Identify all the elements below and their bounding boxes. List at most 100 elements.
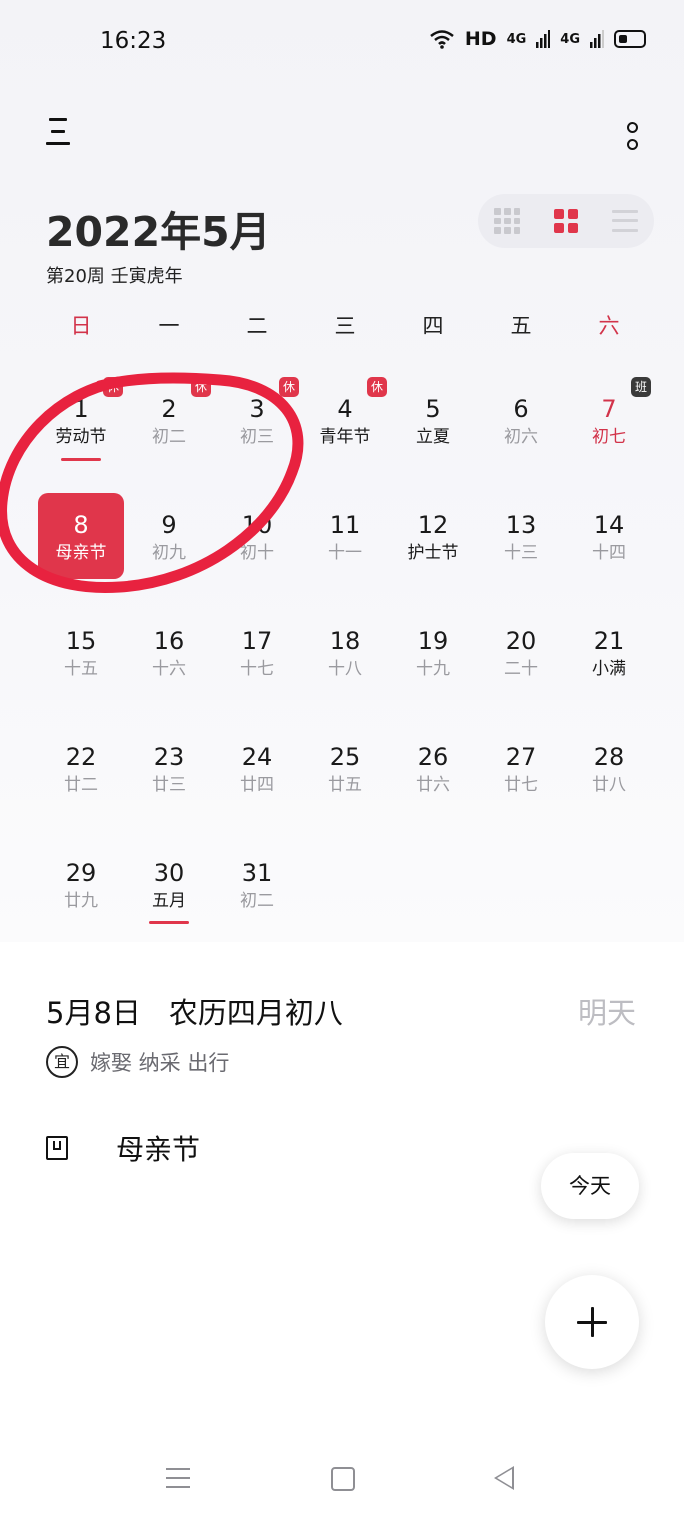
- event-item[interactable]: 母亲节: [46, 1128, 200, 1168]
- day-number: 4: [337, 395, 353, 423]
- day-number: 26: [417, 743, 449, 771]
- day-cell-17[interactable]: 17 十七: [213, 610, 301, 726]
- day-cell-11[interactable]: 11 十一: [301, 494, 389, 610]
- month-view-icon[interactable]: [553, 208, 579, 234]
- day-cell-13[interactable]: 13 十三: [477, 494, 565, 610]
- day-cell-8-selected[interactable]: 8 母亲节: [37, 493, 125, 610]
- day-number: 18: [329, 627, 361, 655]
- day-cell-3[interactable]: 休 3 初三: [213, 377, 301, 494]
- day-festival: 青年节: [319, 427, 371, 447]
- day-lunar: 廿四: [240, 775, 274, 795]
- weekday-fri: 五: [510, 314, 532, 338]
- day-cell-10[interactable]: 10 初十: [213, 494, 301, 610]
- day-number: 22: [65, 743, 97, 771]
- day-number: 23: [153, 743, 185, 771]
- day-cell-25[interactable]: 25 廿五: [301, 726, 389, 842]
- day-lunar: 十九: [416, 659, 450, 679]
- yi-icon: 宜: [46, 1046, 78, 1078]
- day-number: 30: [153, 859, 185, 887]
- day-cell-16[interactable]: 16 十六: [125, 610, 213, 726]
- day-number: 31: [241, 859, 273, 887]
- back-icon[interactable]: [494, 1466, 514, 1490]
- weekday-tue: 二: [246, 314, 268, 338]
- day-cell-24[interactable]: 24 廿四: [213, 726, 301, 842]
- day-cell-9[interactable]: 9 初九: [125, 494, 213, 610]
- day-cell-22[interactable]: 22 廿二: [37, 726, 125, 842]
- day-festival: 护士节: [407, 543, 459, 563]
- day-cell-27[interactable]: 27 廿七: [477, 726, 565, 842]
- day-number: 5: [425, 395, 441, 423]
- list-view-icon[interactable]: [611, 208, 638, 234]
- day-cell-4[interactable]: 休 4 青年节: [301, 377, 389, 494]
- day-cell-30[interactable]: 30 五月: [125, 842, 213, 958]
- day-cell-29[interactable]: 29 廿九: [37, 842, 125, 958]
- wifi-icon: [430, 30, 454, 49]
- holiday-badge: 休: [191, 377, 211, 397]
- add-event-button[interactable]: [545, 1275, 639, 1369]
- workday-badge: 班: [631, 377, 651, 397]
- day-cell-26[interactable]: 26 廿六: [389, 726, 477, 842]
- weekday-sun: 日: [70, 314, 92, 338]
- day-cell-19[interactable]: 19 十九: [389, 610, 477, 726]
- day-cell-5[interactable]: 5 立夏: [389, 378, 477, 494]
- battery-icon: [614, 30, 646, 48]
- day-number: 3: [249, 395, 265, 423]
- day-number: 25: [329, 743, 361, 771]
- status-time: 16:23: [100, 28, 167, 54]
- day-lunar: 初六: [504, 427, 538, 447]
- day-number: 9: [161, 511, 177, 539]
- day-cell-14[interactable]: 14 十四: [565, 494, 653, 610]
- system-nav-bar: [0, 1448, 684, 1508]
- signal-4g-2: 4G: [560, 31, 580, 47]
- recent-apps-icon[interactable]: [166, 1468, 190, 1495]
- month-start-indicator: [149, 921, 189, 924]
- day-lunar: 廿八: [592, 775, 626, 795]
- day-number: 14: [593, 511, 625, 539]
- day-cell-21[interactable]: 21 小满: [565, 610, 653, 726]
- day-cell-15[interactable]: 15 十五: [37, 610, 125, 726]
- weekday-header: 日 一 二 三 四 五 六: [37, 310, 653, 340]
- event-title: 母亲节: [116, 1133, 201, 1166]
- day-number: 27: [505, 743, 537, 771]
- day-lunar: 十五: [64, 659, 98, 679]
- day-solar-term: 立夏: [416, 427, 450, 447]
- day-cell-28[interactable]: 28 廿八: [565, 726, 653, 842]
- day-cell-20[interactable]: 20 二十: [477, 610, 565, 726]
- day-cell-31[interactable]: 31 初二: [213, 842, 301, 958]
- day-number: 29: [65, 859, 97, 887]
- weekday-sat: 六: [598, 314, 620, 338]
- day-number: 19: [417, 627, 449, 655]
- menu-icon[interactable]: [46, 118, 70, 148]
- week-subtitle: 第20周 壬寅虎年: [46, 266, 183, 287]
- day-number: 1: [73, 395, 89, 423]
- day-festival: 劳动节: [55, 427, 107, 447]
- signal-icon-2: [590, 30, 604, 48]
- status-icons: HD 4G 4G: [429, 28, 646, 50]
- day-cell-12[interactable]: 12 护士节: [389, 494, 477, 610]
- day-number: 2: [161, 395, 177, 423]
- today-indicator: [61, 458, 101, 461]
- more-options-icon[interactable]: [624, 122, 640, 152]
- day-cell-6[interactable]: 6 初六: [477, 378, 565, 494]
- day-lunar: 廿三: [152, 775, 186, 795]
- day-number: 24: [241, 743, 273, 771]
- day-cell-23[interactable]: 23 廿三: [125, 726, 213, 842]
- day-cell-18[interactable]: 18 十八: [301, 610, 389, 726]
- day-lunar: 十七: [240, 659, 274, 679]
- year-view-icon[interactable]: [494, 208, 521, 234]
- day-number: 11: [329, 511, 361, 539]
- holiday-event-icon: [46, 1136, 68, 1160]
- almanac-row[interactable]: 宜 嫁娶 纳采 出行: [46, 1046, 229, 1078]
- month-title[interactable]: 2022年5月: [46, 198, 271, 258]
- day-number: 6: [513, 395, 529, 423]
- day-cell-1[interactable]: 休 1 劳动节: [37, 377, 125, 494]
- day-cell-2[interactable]: 休 2 初二: [125, 377, 213, 494]
- day-cell-7[interactable]: 班 7 初七: [565, 377, 653, 494]
- hd-indicator: HD: [464, 28, 497, 50]
- home-icon[interactable]: [331, 1467, 355, 1491]
- selected-lunar-date: 农历四月初八: [168, 996, 343, 1030]
- selected-date: 5月8日: [46, 996, 141, 1030]
- day-lunar: 廿九: [64, 891, 98, 911]
- day-lunar-month: 五月: [152, 891, 186, 911]
- today-button[interactable]: 今天: [541, 1153, 639, 1219]
